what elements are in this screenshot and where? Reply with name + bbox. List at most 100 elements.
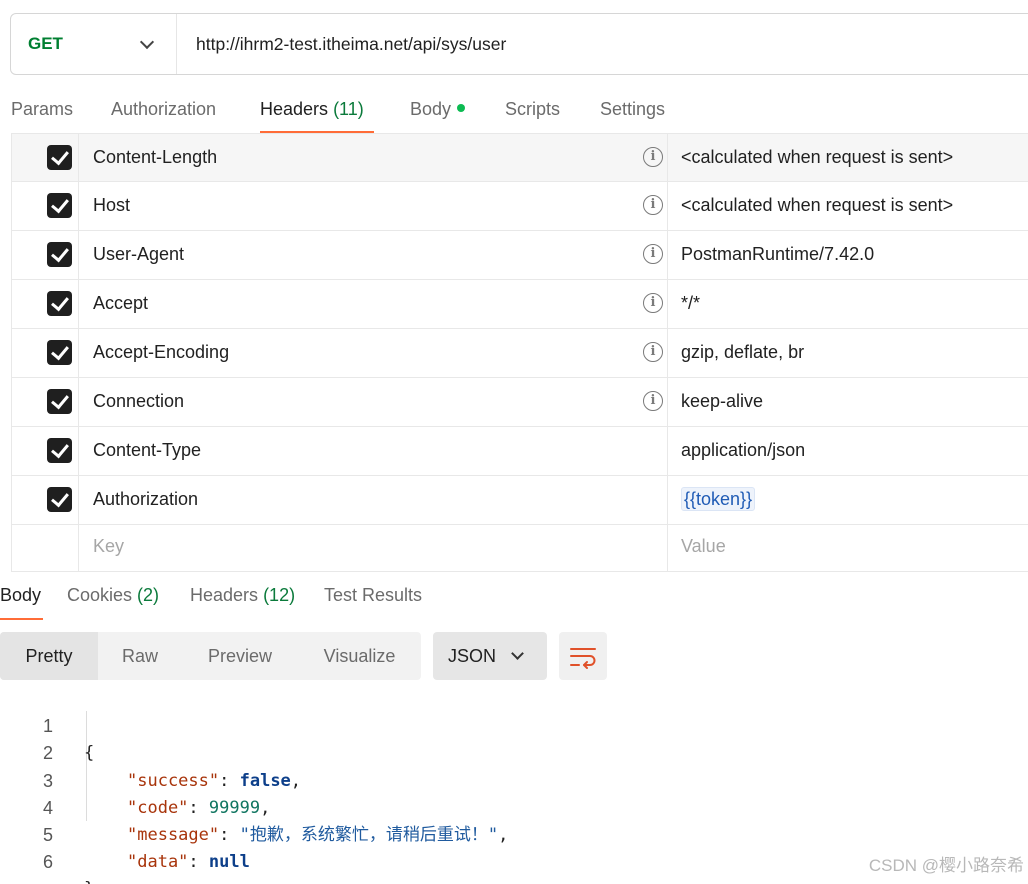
- view-mode-group: Pretty Raw Preview Visualize: [0, 632, 421, 680]
- tab-authorization[interactable]: Authorization: [111, 99, 216, 120]
- response-tab-body[interactable]: Body: [0, 585, 41, 606]
- header-enable-checkbox[interactable]: [47, 145, 72, 170]
- header-row: Content-Type application/json: [11, 427, 1028, 476]
- header-value-cell[interactable]: application/json: [668, 427, 1028, 475]
- header-value: PostmanRuntime/7.42.0: [681, 244, 875, 264]
- header-key: Content-Length: [93, 147, 218, 167]
- header-enable-checkbox[interactable]: [47, 291, 72, 316]
- header-row: User-Agent i PostmanRuntime/7.42.0: [11, 231, 1028, 280]
- info-icon[interactable]: i: [643, 195, 663, 215]
- tab-settings[interactable]: Settings: [600, 99, 665, 120]
- header-enable-cell: [12, 231, 79, 279]
- header-value: gzip, deflate, br: [681, 342, 805, 362]
- wrap-lines-icon: [570, 648, 596, 669]
- tab-params-label: Params: [11, 99, 74, 119]
- new-header-key-input[interactable]: Key: [79, 525, 668, 571]
- request-tabs: Params Authorization Headers (11) Body S…: [0, 96, 1028, 134]
- new-header-value-input[interactable]: Value: [668, 525, 1028, 571]
- header-enable-cell: [12, 329, 79, 377]
- header-enable-checkbox[interactable]: [47, 193, 72, 218]
- response-tab-test-results-label: Test Results: [324, 585, 423, 605]
- header-key-cell[interactable]: Content-Length i: [79, 134, 668, 181]
- header-value-cell[interactable]: PostmanRuntime/7.42.0: [668, 231, 1028, 279]
- header-value: */*: [681, 293, 701, 313]
- method-label: GET: [28, 34, 63, 53]
- header-enable-checkbox[interactable]: [47, 438, 72, 463]
- code-text: "data": null: [127, 852, 250, 873]
- method-select[interactable]: GET: [11, 14, 177, 74]
- header-value: application/json: [681, 440, 806, 460]
- response-tab-headers-label: Headers: [190, 585, 259, 605]
- header-key-cell[interactable]: Host i: [79, 182, 668, 230]
- tab-headers[interactable]: Headers (11): [260, 99, 364, 120]
- header-key-cell[interactable]: Accept i: [79, 280, 668, 328]
- format-select[interactable]: JSON: [433, 632, 547, 680]
- tab-scripts[interactable]: Scripts: [505, 99, 560, 120]
- code-line: 2 "success": false,: [0, 713, 1028, 790]
- chevron-down-icon: [511, 647, 524, 660]
- header-value-cell[interactable]: keep-alive: [668, 378, 1028, 426]
- response-tab-test-results[interactable]: Test Results: [324, 585, 422, 606]
- tab-settings-label: Settings: [600, 99, 666, 119]
- header-key: Content-Type: [93, 440, 202, 460]
- url-input[interactable]: http://ihrm2-test.itheima.net/api/sys/us…: [177, 34, 506, 55]
- response-tab-cookies-label: Cookies: [67, 585, 133, 605]
- header-enable-cell: [12, 134, 79, 181]
- header-key-cell[interactable]: Connection i: [79, 378, 668, 426]
- header-enable-cell: [12, 182, 79, 230]
- header-value: keep-alive: [681, 391, 764, 411]
- response-tab-body-label: Body: [0, 585, 42, 605]
- info-icon[interactable]: i: [643, 293, 663, 313]
- view-pretty-button[interactable]: Pretty: [0, 632, 98, 680]
- header-value-variable: {{token}}: [681, 487, 756, 511]
- view-preview-button[interactable]: Preview: [182, 632, 298, 680]
- chevron-down-icon: [139, 34, 155, 50]
- code-line: 3 "code": 99999,: [0, 740, 1028, 818]
- header-key-cell[interactable]: Accept-Encoding i: [79, 329, 668, 377]
- header-key-cell[interactable]: Content-Type: [79, 427, 668, 475]
- header-value-cell[interactable]: */*: [668, 280, 1028, 328]
- header-enable-cell: [12, 476, 79, 524]
- info-icon[interactable]: i: [643, 342, 663, 362]
- json-value: null: [208, 852, 250, 873]
- header-value-cell[interactable]: <calculated when request is sent>: [668, 134, 1028, 181]
- code-text: }: [84, 876, 94, 884]
- headers-table: Content-Length i <calculated when request …: [11, 133, 1028, 572]
- header-key-cell[interactable]: User-Agent i: [79, 231, 668, 279]
- tab-authorization-label: Authorization: [111, 99, 217, 119]
- header-enable-checkbox[interactable]: [47, 340, 72, 365]
- view-visualize-button[interactable]: Visualize: [298, 632, 421, 680]
- watermark: CSDN @樱小路奈希: [868, 856, 1024, 875]
- tab-params[interactable]: Params: [11, 99, 73, 120]
- header-row: Connection i keep-alive: [11, 378, 1028, 427]
- header-enable-checkbox[interactable]: [47, 389, 72, 414]
- header-enable-cell: [12, 525, 79, 571]
- info-icon[interactable]: i: [643, 147, 663, 167]
- header-enable-checkbox[interactable]: [47, 242, 72, 267]
- header-key: Connection: [93, 391, 185, 411]
- response-tab-headers[interactable]: Headers (12): [190, 585, 295, 606]
- header-key-cell[interactable]: Authorization: [79, 476, 668, 524]
- tab-body[interactable]: Body: [410, 99, 466, 120]
- code-line: 1 {: [0, 686, 1028, 763]
- header-key: Authorization: [93, 489, 199, 509]
- response-tab-headers-count: (12): [263, 585, 296, 605]
- code-line: 4 "message": "抱歉，系统繁忙，请稍后重试！",: [0, 768, 1028, 845]
- header-value-cell[interactable]: gzip, deflate, br: [668, 329, 1028, 377]
- header-value: <calculated when request is sent>: [681, 147, 954, 167]
- tab-body-label: Body: [410, 99, 452, 119]
- body-indicator-dot: [457, 104, 466, 113]
- header-value-cell[interactable]: {{token}}: [668, 476, 1028, 524]
- info-icon[interactable]: i: [643, 391, 663, 411]
- response-tab-cookies[interactable]: Cookies (2): [67, 585, 159, 606]
- code-line: 6 }: [0, 822, 1028, 884]
- response-body-viewer[interactable]: 1 { 2 "success": false, 3 "code": 99999,…: [0, 686, 1028, 884]
- wrap-lines-button[interactable]: [559, 632, 607, 680]
- view-raw-button[interactable]: Raw: [98, 632, 182, 680]
- header-enable-checkbox[interactable]: [47, 487, 72, 512]
- header-value-cell[interactable]: <calculated when request is sent>: [668, 182, 1028, 230]
- new-header-row: Key Value: [11, 525, 1028, 572]
- header-row: Authorization {{token}}: [11, 476, 1028, 525]
- line-number: 6: [42, 852, 53, 873]
- info-icon[interactable]: i: [643, 244, 663, 264]
